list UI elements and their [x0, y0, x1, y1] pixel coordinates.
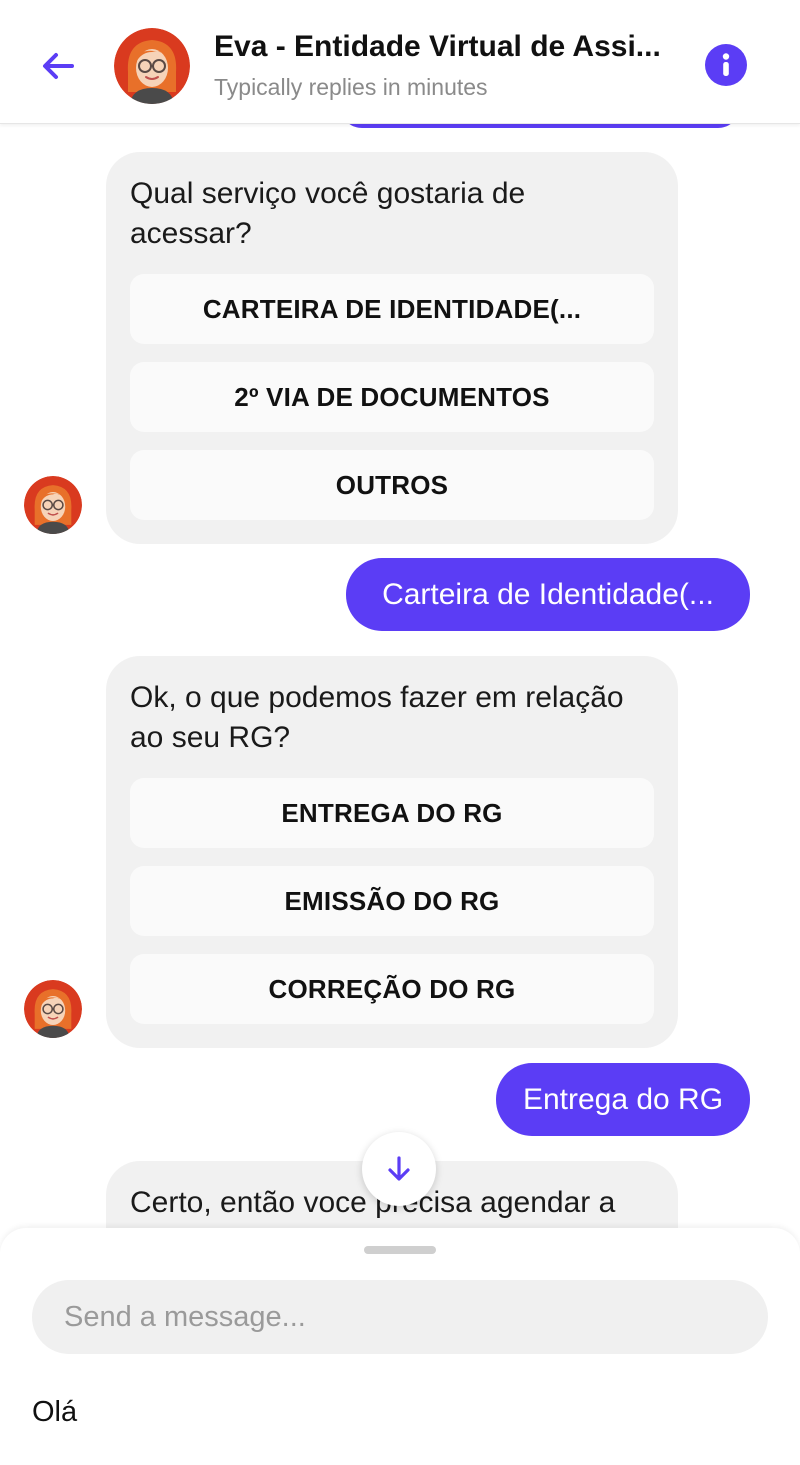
arrow-down-icon: [388, 1156, 410, 1181]
scroll-to-bottom-button[interactable]: [362, 1132, 436, 1206]
option-button-entrega[interactable]: ENTREGA DO RG: [130, 778, 654, 848]
back-button[interactable]: [30, 38, 86, 94]
chat-title: Eva - Entidade Virtual de Assi...: [214, 30, 661, 63]
bot-avatar-small: [24, 980, 82, 1038]
quick-reply-ola[interactable]: Olá: [32, 1396, 77, 1429]
chat-messages[interactable]: Qual serviço você gostaria de acessar? C…: [0, 124, 800, 1228]
user-message: Carteira de Identidade(...: [346, 558, 750, 631]
option-button-carteira[interactable]: CARTEIRA DE IDENTIDADE(...: [130, 274, 654, 344]
bot-avatar-small: [24, 476, 82, 534]
arrow-left-icon: [43, 53, 74, 79]
option-button-outros[interactable]: OUTROS: [130, 450, 654, 520]
option-button-segunda-via[interactable]: 2º VIA DE DOCUMENTOS: [130, 362, 654, 432]
info-icon: [722, 53, 730, 76]
option-button-correcao[interactable]: CORREÇÃO DO RG: [130, 954, 654, 1024]
chat-header: Eva - Entidade Virtual de Assi... Typica…: [0, 0, 800, 124]
bot-message-text: Qual serviço você gostaria de acessar?: [130, 177, 526, 250]
user-message: Entrega do RG: [496, 1063, 750, 1136]
message-input[interactable]: [32, 1280, 768, 1354]
previous-user-bubble: [340, 124, 740, 128]
bot-avatar: [114, 28, 190, 104]
drag-handle[interactable]: [364, 1246, 436, 1254]
chat-subtitle: Typically replies in minutes: [214, 74, 488, 100]
bot-message: Ok, o que podemos fazer em relação ao se…: [106, 656, 678, 1048]
option-button-emissao[interactable]: EMISSÃO DO RG: [130, 866, 654, 936]
bot-message-text: Ok, o que podemos fazer em relação ao se…: [130, 681, 624, 754]
message-composer: Olá: [0, 1228, 800, 1465]
info-button[interactable]: [705, 44, 747, 86]
bot-message: Qual serviço você gostaria de acessar? C…: [106, 152, 678, 544]
